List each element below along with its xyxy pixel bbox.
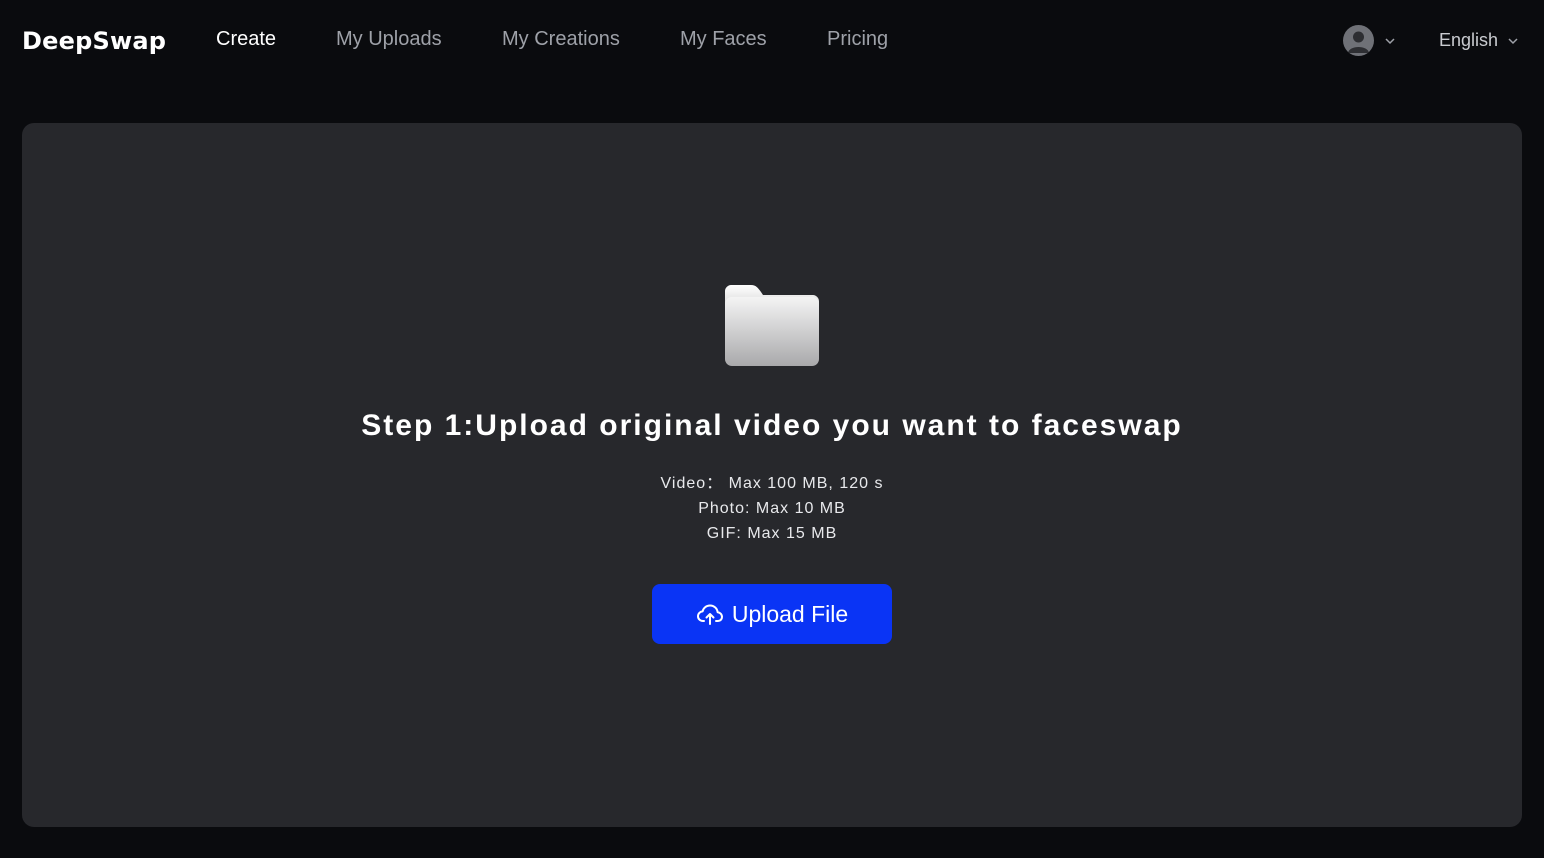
step-title: Step 1:Upload original video you want to… bbox=[361, 409, 1183, 442]
upload-file-label: Upload File bbox=[731, 600, 849, 627]
user-avatar-icon bbox=[1343, 25, 1374, 56]
chevron-down-icon bbox=[1508, 37, 1518, 44]
upload-file-button[interactable]: Upload File bbox=[652, 584, 892, 644]
upload-card: Step 1:Upload original video you want to… bbox=[22, 123, 1522, 827]
language-label: English bbox=[1439, 30, 1499, 50]
language-selector[interactable]: English bbox=[1439, 30, 1519, 51]
nav-create[interactable]: Create bbox=[216, 28, 336, 51]
nav-my-creations[interactable]: My Creations bbox=[502, 28, 680, 51]
cloud-upload-icon bbox=[696, 604, 723, 625]
chevron-down-icon bbox=[1385, 37, 1395, 44]
nav-my-uploads[interactable]: My Uploads bbox=[336, 28, 502, 51]
folder-icon bbox=[725, 285, 819, 366]
upload-limits: Video： Max 100 MB, 120 s Photo: Max 10 M… bbox=[22, 471, 1522, 546]
photo-limit: Photo: Max 10 MB bbox=[698, 500, 846, 517]
nav-pricing[interactable]: Pricing bbox=[827, 28, 907, 51]
main-nav: Create My Uploads My Creations My Faces … bbox=[216, 28, 907, 51]
video-limit: Video： Max 100 MB, 120 s bbox=[660, 475, 884, 492]
nav-my-faces[interactable]: My Faces bbox=[680, 28, 827, 51]
logo[interactable]: DeepSwap bbox=[22, 27, 166, 55]
gif-limit: GIF: Max 15 MB bbox=[706, 525, 838, 542]
account-menu[interactable] bbox=[1343, 25, 1396, 56]
top-bar: DeepSwap Create My Uploads My Creations … bbox=[0, 0, 1544, 82]
